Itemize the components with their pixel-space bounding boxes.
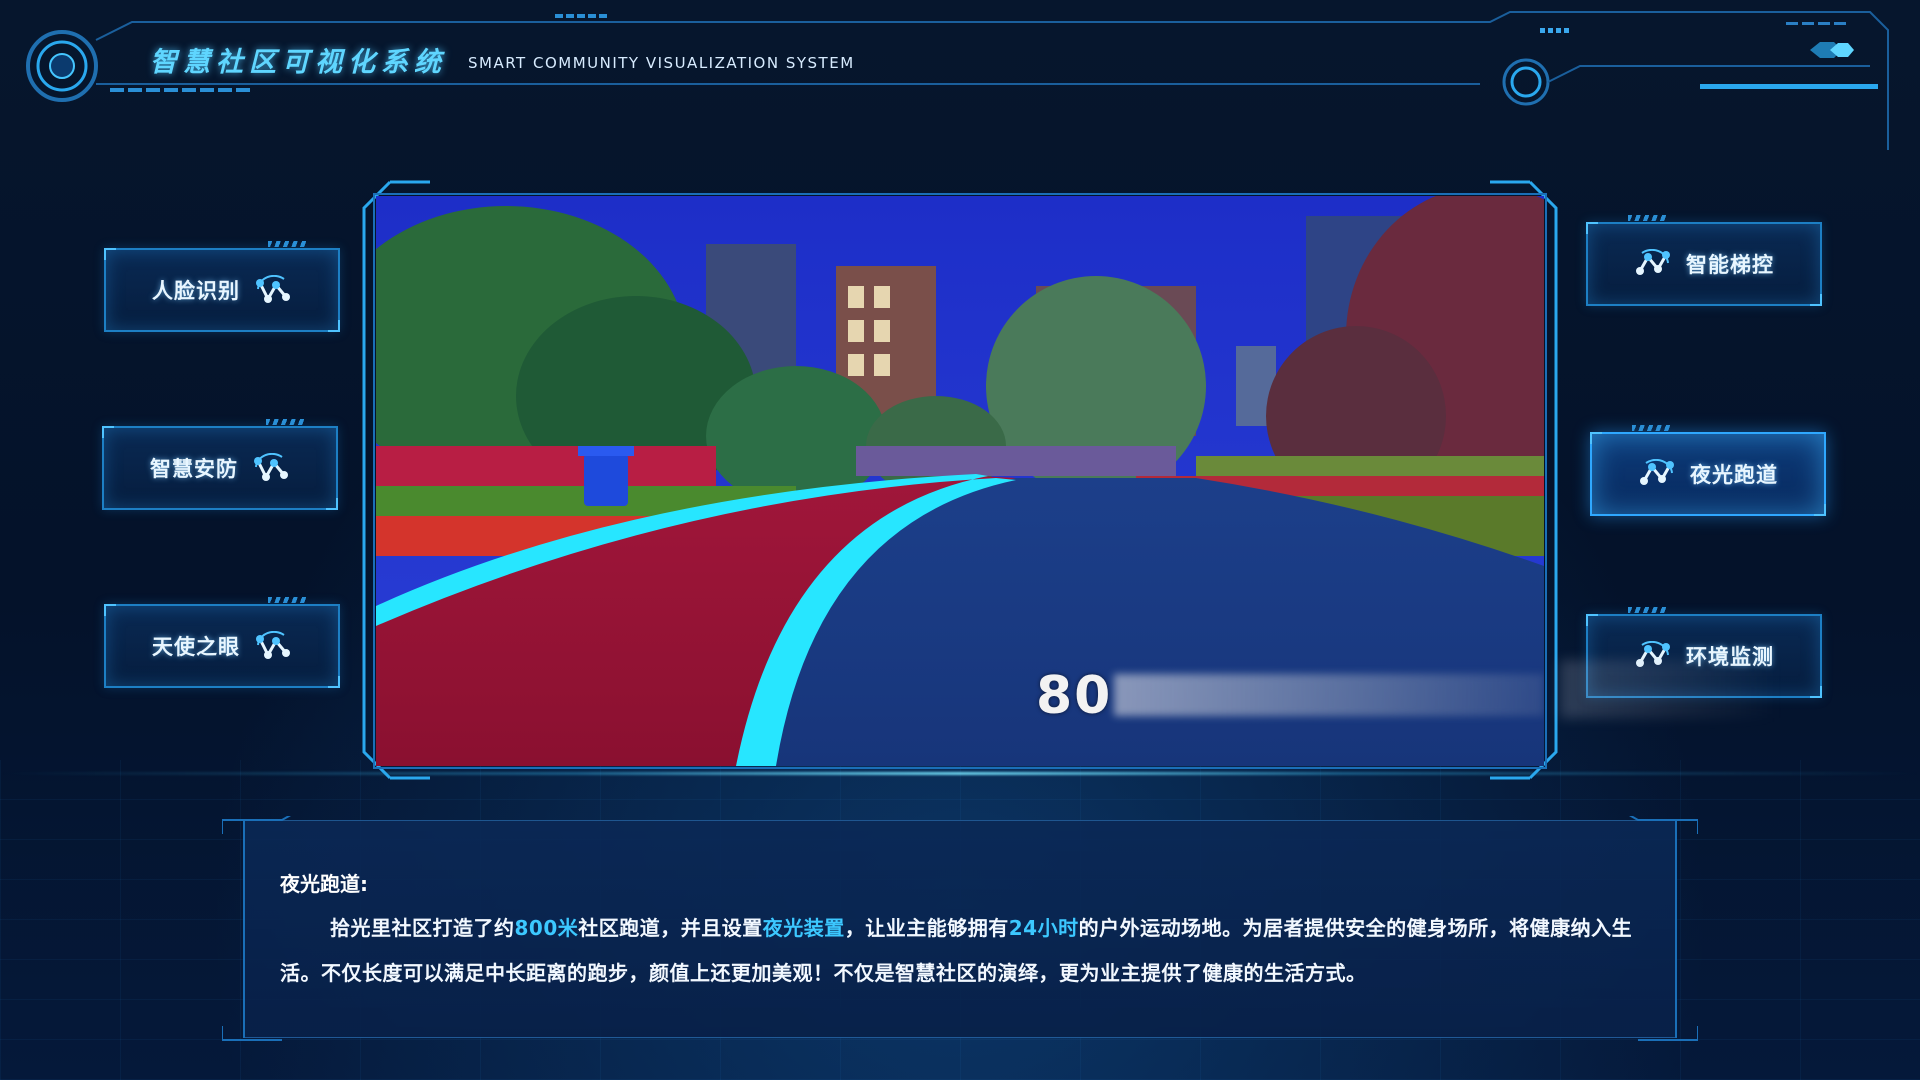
scene-overlay-number: 80 xyxy=(1036,666,1113,726)
menu-button-label: 人脸识别 xyxy=(152,279,240,303)
description-segment: 社区跑道，并且设置 xyxy=(578,916,763,940)
scene-overlay-blur xyxy=(1114,674,1544,716)
corner-deco xyxy=(1810,294,1822,306)
logo-ring-icon xyxy=(26,30,98,102)
network-nodes-icon xyxy=(1640,459,1674,485)
menu-button-label: 夜光跑道 xyxy=(1690,463,1778,487)
corner-deco xyxy=(1586,222,1598,234)
scene-overlay-blur-extension xyxy=(1560,660,1780,718)
corner-deco xyxy=(328,320,340,332)
right-ring-icon xyxy=(1502,58,1550,106)
scene-frame: 80 xyxy=(360,180,1560,780)
network-nodes-icon xyxy=(254,453,288,481)
corner-deco xyxy=(1810,686,1822,698)
description-panel: 夜光跑道: 拾光里社区打造了约800米社区跑道，并且设置夜光装置，让业主能够拥有… xyxy=(222,816,1698,1044)
network-nodes-icon xyxy=(256,631,290,659)
menu-button-smart-security[interactable]: 智慧安防 xyxy=(102,419,338,510)
hexagon-icon xyxy=(1810,42,1854,58)
menu-button-night-runway[interactable]: 夜光跑道 xyxy=(1590,425,1826,516)
description-segment: ，让业主能够拥有 xyxy=(844,916,1009,940)
tab-deco xyxy=(268,597,308,603)
header: 智慧社区可视化系统 SMART COMMUNITY VISUALIZATION … xyxy=(0,0,1920,150)
app-root: 智慧社区可视化系统 SMART COMMUNITY VISUALIZATION … xyxy=(0,0,1920,1080)
tab-deco xyxy=(266,419,306,425)
tab-deco xyxy=(1632,425,1672,431)
corner-deco xyxy=(102,426,114,438)
description-highlight: 24小时 xyxy=(1008,916,1079,940)
menu-button-label: 天使之眼 xyxy=(152,635,240,659)
network-nodes-icon xyxy=(1636,249,1670,275)
corner-deco xyxy=(1814,504,1826,516)
description-highlight: 800米 xyxy=(514,916,579,940)
corner-deco xyxy=(104,604,116,616)
trash-bin-shape xyxy=(584,454,628,506)
menu-button-label: 智慧安防 xyxy=(150,457,238,481)
description-text: 拾光里社区打造了约800米社区跑道，并且设置夜光装置，让业主能够拥有24小时的户… xyxy=(280,906,1652,996)
corner-deco xyxy=(104,248,116,260)
tab-deco xyxy=(1628,607,1668,613)
menu-button-angel-eye[interactable]: 天使之眼 xyxy=(104,597,340,688)
page-title: 智慧社区可视化系统 xyxy=(150,47,447,78)
description-highlight: 夜光装置 xyxy=(762,916,845,940)
corner-deco xyxy=(1586,614,1598,626)
corner-deco xyxy=(326,498,338,510)
menu-button-face-recognition[interactable]: 人脸识别 xyxy=(104,241,340,332)
network-nodes-icon xyxy=(256,275,290,303)
page-subtitle: SMART COMMUNITY VISUALIZATION SYSTEM xyxy=(468,54,855,72)
corner-deco xyxy=(328,676,340,688)
tab-deco xyxy=(268,241,308,247)
description-title: 夜光跑道: xyxy=(280,872,368,896)
menu-button-smart-elevator[interactable]: 智能梯控 xyxy=(1586,215,1822,306)
description-segment: 拾光里社区打造了约 xyxy=(330,916,515,940)
runway-scene-image: 80 xyxy=(376,196,1544,766)
corner-deco xyxy=(1590,432,1602,444)
tab-deco xyxy=(1628,215,1668,221)
menu-button-label: 智能梯控 xyxy=(1686,253,1774,277)
